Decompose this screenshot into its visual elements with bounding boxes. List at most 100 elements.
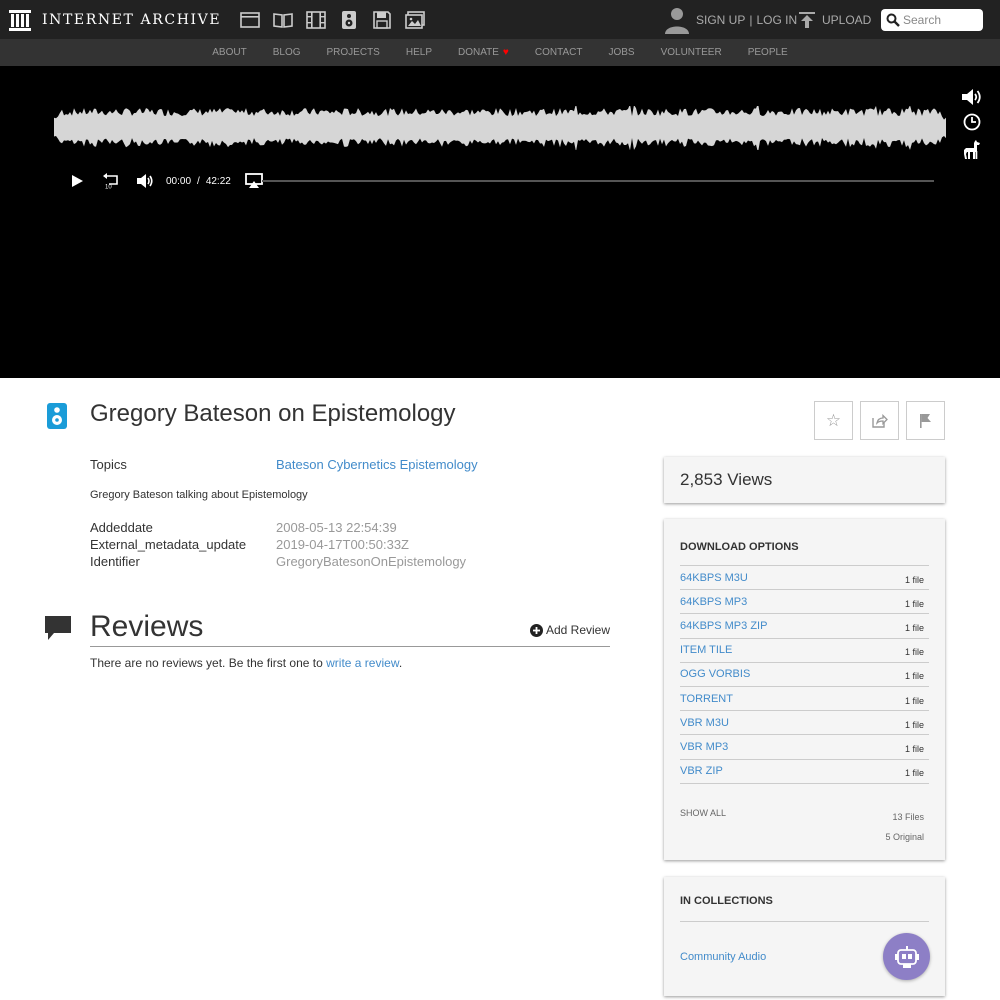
clock-icon bbox=[963, 113, 981, 131]
comment-icon bbox=[45, 616, 71, 640]
volume-icon bbox=[137, 174, 153, 188]
favorite-button[interactable]: ☆ bbox=[814, 401, 853, 440]
images-icon[interactable] bbox=[398, 0, 431, 39]
file-count: 1 file bbox=[904, 695, 924, 706]
volume-icon bbox=[962, 89, 981, 105]
video-icon[interactable] bbox=[299, 0, 332, 39]
share-icon bbox=[871, 413, 888, 428]
time-separator: / bbox=[197, 175, 200, 187]
meta-row: Addeddate 2008-05-13 22:54:39 bbox=[90, 519, 620, 536]
file-count: 1 file bbox=[904, 671, 924, 682]
software-icon[interactable] bbox=[365, 0, 398, 39]
download-link[interactable]: 64KBPS MP3 ZIP bbox=[680, 620, 767, 632]
airplay-icon bbox=[244, 173, 263, 188]
meta-key: Addeddate bbox=[90, 520, 153, 535]
search-input[interactable] bbox=[903, 13, 981, 27]
nav-volunteer[interactable]: VOLUNTEER bbox=[661, 47, 722, 58]
upload-label: UPLOAD bbox=[822, 12, 872, 27]
star-icon: ☆ bbox=[825, 410, 842, 430]
meta-row: Identifier GregoryBatesonOnEpistemology bbox=[90, 553, 620, 570]
nav-projects[interactable]: PROJECTS bbox=[327, 47, 380, 58]
download-link[interactable]: ITEM TILE bbox=[680, 644, 732, 656]
download-link[interactable]: VBR MP3 bbox=[680, 741, 728, 753]
meta-value: 2008-05-13 22:54:39 bbox=[276, 520, 397, 535]
playback-rate-button[interactable] bbox=[960, 111, 984, 133]
nav-donate[interactable]: DONATE ♥ bbox=[458, 47, 509, 58]
views-card: 2,853 Views bbox=[664, 457, 945, 503]
file-count: 1 file bbox=[904, 768, 924, 779]
collections-title: IN COLLECTIONS bbox=[680, 895, 773, 907]
nav-donate-label: DONATE bbox=[457, 47, 499, 58]
collection-link[interactable]: Community Audio bbox=[680, 951, 766, 963]
web-icon[interactable] bbox=[233, 0, 266, 39]
nav-blog[interactable]: BLOG bbox=[273, 47, 301, 58]
progress-track[interactable] bbox=[262, 180, 934, 182]
download-link[interactable]: VBR ZIP bbox=[680, 765, 723, 777]
heart-icon: ♥ bbox=[502, 47, 509, 58]
download-link[interactable]: VBR M3U bbox=[680, 717, 729, 729]
write-review-link[interactable]: write a review bbox=[326, 656, 399, 670]
svg-text:10: 10 bbox=[105, 185, 112, 190]
download-link[interactable]: OGG VORBIS bbox=[680, 668, 750, 680]
temple-icon bbox=[9, 9, 31, 31]
list-item: 64KBPS MP3 1 file bbox=[680, 590, 929, 615]
download-link[interactable]: TORRENT bbox=[680, 693, 733, 705]
upload-link[interactable]: UPLOAD bbox=[798, 0, 871, 39]
waveform[interactable] bbox=[54, 106, 946, 150]
no-reviews-prefix: There are no reviews yet. Be the first o… bbox=[90, 656, 327, 670]
total-files: 13 Files bbox=[892, 812, 924, 822]
play-icon bbox=[72, 175, 83, 187]
list-item: VBR MP3 1 file bbox=[680, 735, 929, 760]
list-item: 64KBPS MP3 ZIP 1 file bbox=[680, 614, 929, 639]
add-review-label: Add Review bbox=[545, 623, 610, 637]
play-button[interactable] bbox=[60, 170, 94, 192]
show-all-link[interactable]: SHOW ALL bbox=[680, 808, 726, 818]
rewind-icon: 10 bbox=[103, 173, 118, 190]
secondary-nav: ABOUT BLOG PROJECTS HELP DONATE ♥ CONTACT… bbox=[0, 39, 1000, 66]
nav-jobs[interactable]: JOBS bbox=[608, 47, 634, 58]
file-count: 1 file bbox=[904, 743, 924, 754]
divider bbox=[680, 921, 929, 922]
rewind-10-button[interactable]: 10 bbox=[94, 170, 128, 192]
logo[interactable]: INTERNET ARCHIVE bbox=[8, 0, 221, 39]
views-count: 2,853 Views bbox=[680, 470, 773, 489]
topics-link[interactable]: Bateson Cybernetics Epistemology bbox=[276, 457, 478, 472]
nav-help[interactable]: HELP bbox=[406, 47, 432, 58]
speed-button[interactable] bbox=[960, 139, 984, 161]
list-item: OGG VORBIS 1 file bbox=[680, 663, 929, 687]
nav-contact[interactable]: CONTACT bbox=[535, 47, 583, 58]
mute-button[interactable] bbox=[128, 170, 162, 192]
file-count: 1 file bbox=[904, 647, 924, 658]
signup-link[interactable]: SIGN UP bbox=[696, 13, 745, 27]
list-item: TORRENT 1 file bbox=[680, 687, 929, 712]
audio-icon[interactable] bbox=[332, 0, 365, 39]
no-reviews-text: There are no reviews yet. Be the first o… bbox=[90, 656, 402, 670]
add-review-button[interactable]: Add Review bbox=[529, 623, 610, 637]
login-link[interactable]: LOG IN bbox=[756, 13, 797, 27]
meta-value: GregoryBatesonOnEpistemology bbox=[276, 554, 467, 569]
download-link[interactable]: 64KBPS M3U bbox=[680, 572, 748, 584]
meta-key: Topics bbox=[90, 457, 127, 472]
nav-about[interactable]: ABOUT bbox=[212, 47, 246, 58]
accessibility-button[interactable] bbox=[883, 933, 930, 980]
search-box bbox=[881, 9, 983, 31]
time-display: 00:00 / 42:22 bbox=[166, 176, 231, 187]
search-icon[interactable] bbox=[886, 13, 900, 27]
chat-bot-icon bbox=[894, 945, 919, 968]
nav-people[interactable]: PEOPLE bbox=[748, 47, 788, 58]
flag-button[interactable] bbox=[906, 401, 945, 440]
list-item: ITEM TILE 1 file bbox=[680, 639, 929, 663]
item-actions: ☆ bbox=[814, 401, 952, 440]
top-bar: INTERNET ARCHIVE SIGN UP | LOG IN UPLOAD… bbox=[0, 0, 1000, 39]
download-link[interactable]: 64KBPS MP3 bbox=[680, 596, 747, 608]
item-description: Gregory Bateson talking about Epistemolo… bbox=[90, 489, 308, 501]
llama-icon bbox=[964, 140, 980, 159]
texts-icon[interactable] bbox=[266, 0, 299, 39]
share-button[interactable] bbox=[860, 401, 899, 440]
volume-button[interactable] bbox=[960, 86, 984, 108]
page-title: Gregory Bateson on Epistemology bbox=[90, 400, 456, 427]
waveform-shape bbox=[54, 106, 946, 150]
current-time: 00:00 bbox=[166, 175, 192, 187]
item-metadata: Topics Bateson Cybernetics Epistemology … bbox=[90, 456, 620, 570]
meta-row: External_metadata_update 2019-04-17T00:5… bbox=[90, 536, 620, 553]
